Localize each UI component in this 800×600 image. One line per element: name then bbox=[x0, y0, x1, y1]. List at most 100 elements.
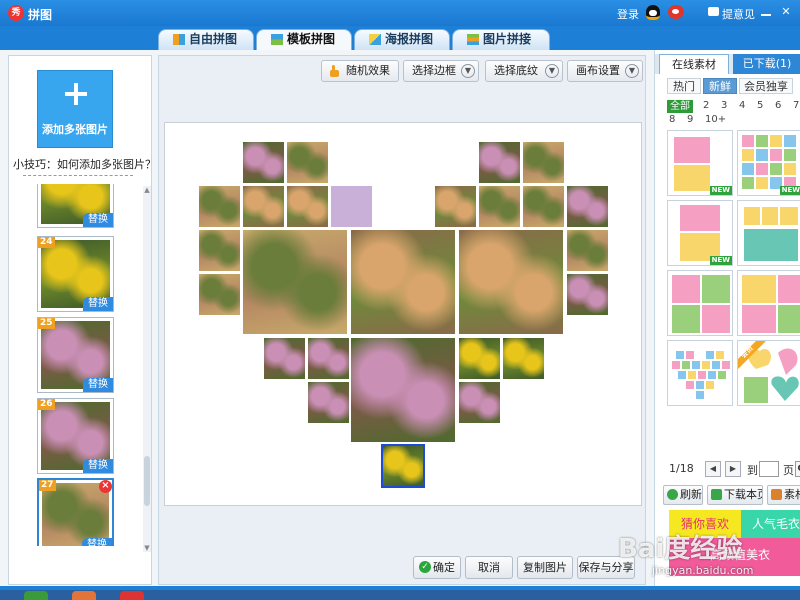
ad-tile-popular-sweater[interactable]: 人气毛衣 bbox=[741, 510, 800, 538]
thumbnail-item-selected[interactable]: 27 × 替换 bbox=[37, 478, 114, 546]
weibo-icon[interactable] bbox=[668, 5, 684, 19]
page-number-input[interactable] bbox=[759, 461, 779, 477]
filter-new[interactable]: 新鲜 bbox=[703, 78, 737, 94]
add-multiple-images-button[interactable]: 添加多张图片 bbox=[37, 70, 113, 148]
collage-cell-large[interactable] bbox=[351, 230, 455, 334]
thumbnail-scrollbar[interactable]: ▲ ▼ bbox=[143, 186, 151, 552]
thumbnail-item[interactable]: 25 替换 bbox=[37, 317, 114, 393]
cancel-button[interactable]: 取消 bbox=[465, 556, 513, 579]
collage-cell[interactable] bbox=[199, 186, 240, 227]
download-page-button[interactable]: 下载本页 bbox=[707, 485, 763, 505]
collage-cell[interactable] bbox=[523, 142, 564, 183]
tab-template-collage[interactable]: 模板拼图 bbox=[256, 29, 352, 50]
random-effect-button[interactable]: 随机效果 bbox=[321, 60, 399, 82]
count-option[interactable]: 3 bbox=[721, 100, 727, 111]
collage-cell[interactable] bbox=[243, 186, 284, 227]
add-multiple-images-label: 添加多张图片 bbox=[42, 123, 108, 136]
replace-button[interactable]: 替换 bbox=[83, 297, 113, 311]
collage-cell[interactable] bbox=[459, 338, 500, 379]
count-option[interactable]: 7 bbox=[793, 100, 799, 111]
template-thumbnail[interactable]: NEW bbox=[737, 130, 800, 196]
collage-cell[interactable] bbox=[243, 142, 284, 183]
replace-button[interactable]: 替换 bbox=[83, 459, 113, 473]
minimize-button[interactable] bbox=[760, 6, 772, 18]
filter-hot[interactable]: 热门 bbox=[667, 78, 701, 94]
next-page-icon[interactable]: ▶ bbox=[725, 461, 741, 477]
close-window-button[interactable]: ✕ bbox=[780, 6, 792, 18]
tab-online-material[interactable]: 在线素材 bbox=[659, 54, 729, 74]
scroll-up-icon[interactable]: ▲ bbox=[143, 186, 151, 194]
scrollbar-thumb[interactable] bbox=[144, 456, 150, 506]
count-option[interactable]: 10+ bbox=[705, 114, 726, 125]
replace-button[interactable]: 替换 bbox=[83, 378, 113, 392]
collage-cell[interactable] bbox=[287, 186, 328, 227]
replace-button[interactable]: 替换 bbox=[83, 213, 113, 227]
template-thumbnail[interactable]: 会员 bbox=[737, 340, 800, 406]
mode-tab-bar: 自由拼图 模板拼图 海报拼图 图片拼接 bbox=[0, 26, 800, 50]
count-all[interactable]: 全部 bbox=[667, 100, 693, 113]
empty-collage-cell[interactable] bbox=[331, 186, 372, 227]
thumbnail-item[interactable]: 替换 bbox=[37, 184, 114, 228]
tip-link[interactable]: 小技巧：如何添加多张图片？ bbox=[13, 156, 156, 172]
scroll-down-icon[interactable]: ▼ bbox=[143, 544, 151, 552]
feedback-link[interactable]: 提意见 bbox=[722, 6, 755, 22]
collage-cell[interactable] bbox=[264, 338, 305, 379]
collage-cell[interactable] bbox=[199, 230, 240, 271]
collage-cell[interactable] bbox=[308, 338, 349, 379]
collage-cell-large[interactable] bbox=[243, 230, 347, 334]
canvas-settings-select[interactable]: 画布设置 ▼ bbox=[567, 60, 643, 82]
tab-poster-collage[interactable]: 海报拼图 bbox=[354, 29, 450, 50]
taskbar-app-icon[interactable] bbox=[72, 591, 96, 600]
collage-cell[interactable] bbox=[503, 338, 544, 379]
count-option[interactable]: 6 bbox=[775, 100, 781, 111]
collage-cell-large[interactable] bbox=[459, 230, 563, 334]
border-select[interactable]: 选择边框 ▼ bbox=[403, 60, 479, 82]
collage-cell[interactable] bbox=[287, 142, 328, 183]
collage-cell[interactable] bbox=[523, 186, 564, 227]
confirm-button[interactable]: ✓ 确定 bbox=[413, 556, 461, 579]
template-thumbnail[interactable]: NEW bbox=[667, 130, 733, 196]
collage-cell[interactable] bbox=[308, 382, 349, 423]
collage-cell[interactable] bbox=[479, 142, 520, 183]
count-option[interactable]: 5 bbox=[757, 100, 763, 111]
refresh-button[interactable]: 刷新 bbox=[663, 485, 703, 505]
delete-icon[interactable]: × bbox=[99, 480, 112, 493]
taskbar-app-icon[interactable] bbox=[24, 591, 48, 600]
feedback-icon[interactable] bbox=[708, 7, 719, 16]
taskbar-app-icon[interactable] bbox=[120, 591, 144, 600]
login-link[interactable]: 登录 bbox=[617, 6, 639, 22]
tab-downloaded[interactable]: 已下载(1) bbox=[733, 54, 800, 74]
collage-cell[interactable] bbox=[567, 274, 608, 315]
thumbnail-item[interactable]: 24 替换 bbox=[37, 236, 114, 312]
collage-cell[interactable] bbox=[459, 382, 500, 423]
count-option[interactable]: 9 bbox=[687, 114, 693, 125]
count-option[interactable]: 8 bbox=[669, 114, 675, 125]
collage-cell-selected[interactable] bbox=[381, 444, 425, 488]
template-thumbnail[interactable] bbox=[667, 340, 733, 406]
template-thumbnail[interactable] bbox=[667, 270, 733, 336]
background-select[interactable]: 选择底纹 ▼ bbox=[485, 60, 563, 82]
qq-icon[interactable] bbox=[646, 5, 660, 20]
template-thumbnail[interactable] bbox=[737, 200, 800, 266]
count-option[interactable]: 4 bbox=[739, 100, 745, 111]
collage-canvas[interactable] bbox=[164, 122, 642, 506]
replace-button[interactable]: 替换 bbox=[82, 538, 112, 546]
collage-cell[interactable] bbox=[567, 230, 608, 271]
prev-page-icon[interactable]: ◀ bbox=[705, 461, 721, 477]
go-button[interactable]: GO bbox=[795, 461, 800, 477]
thumbnail-item[interactable]: 26 替换 bbox=[37, 398, 114, 474]
collage-cell[interactable] bbox=[199, 274, 240, 315]
copy-image-button[interactable]: 复制图片 bbox=[517, 556, 573, 579]
filter-vip-only[interactable]: 会员独享 bbox=[739, 78, 793, 94]
collage-cell[interactable] bbox=[435, 186, 476, 227]
chevron-down-icon: ▼ bbox=[625, 64, 639, 78]
tab-free-collage[interactable]: 自由拼图 bbox=[158, 29, 254, 50]
material-button[interactable]: 素材 bbox=[767, 485, 800, 505]
template-thumbnail[interactable] bbox=[737, 270, 800, 336]
count-option[interactable]: 2 bbox=[703, 100, 709, 111]
collage-cell[interactable] bbox=[567, 186, 608, 227]
collage-cell[interactable] bbox=[479, 186, 520, 227]
template-thumbnail[interactable]: NEW bbox=[667, 200, 733, 266]
tab-image-join[interactable]: 图片拼接 bbox=[452, 29, 550, 50]
collage-cell-large[interactable] bbox=[351, 338, 455, 442]
